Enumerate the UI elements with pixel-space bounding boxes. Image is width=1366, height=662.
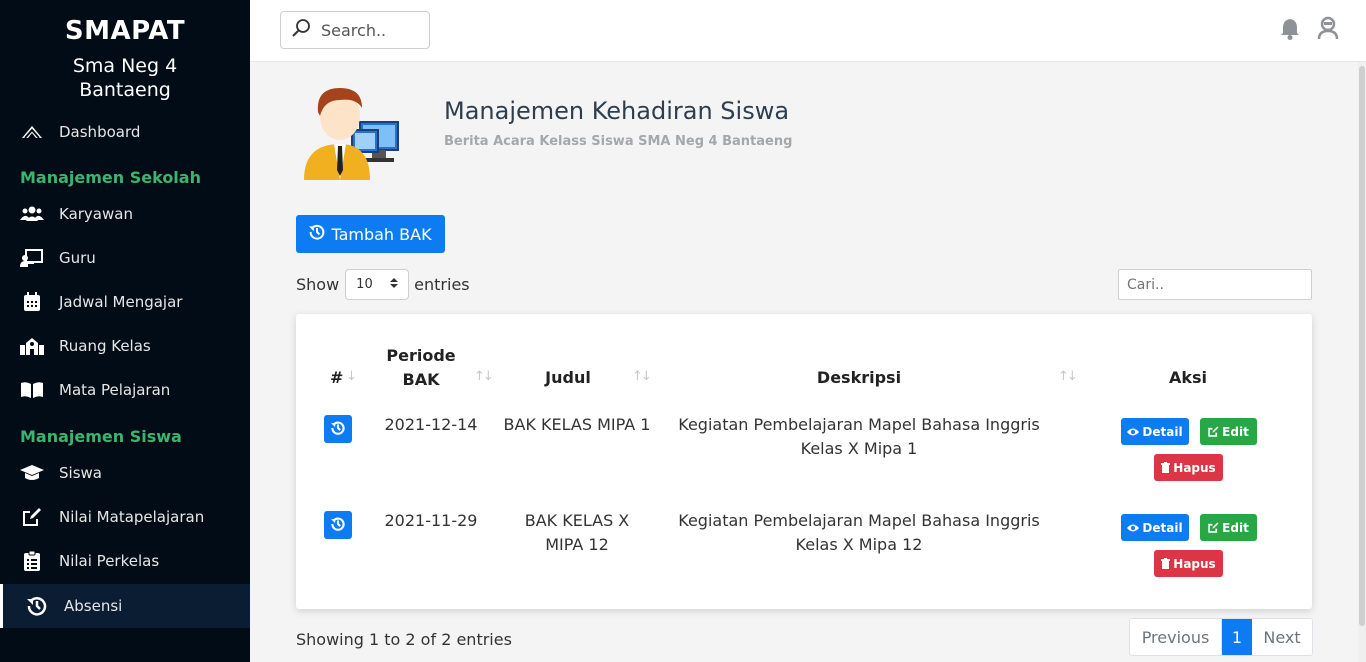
select-arrows-icon <box>390 277 399 293</box>
sidebar-item-jadwal-mengajar[interactable]: Jadwal Mengajar <box>0 280 250 324</box>
pagination-page-1[interactable]: 1 <box>1222 619 1252 655</box>
table-cell-judul: BAK KELAS X MIPA 12 <box>524 511 630 554</box>
edit-icon <box>20 507 44 527</box>
pagination: Previous 1 Next <box>1129 618 1313 656</box>
data-table: # ↓ Periode BAK ↑↓ Judul ↑↓ Deskripsi ↑↓… <box>296 314 1312 609</box>
sidebar-item-label: Siswa <box>59 464 102 482</box>
sidebar-item-karyawan[interactable]: Karyawan <box>0 192 250 236</box>
header-illustration <box>300 86 402 186</box>
table-cell-periode: 2021-11-29 <box>384 511 478 530</box>
sidebar-item-siswa[interactable]: Siswa <box>0 451 250 495</box>
section-manajemen-sekolah: Manajemen Sekolah <box>20 168 201 187</box>
pagination-previous[interactable]: Previous <box>1130 619 1222 655</box>
edit-icon <box>1208 522 1219 533</box>
users-icon <box>20 204 44 224</box>
sidebar-item-dashboard[interactable]: Dashboard <box>0 110 250 154</box>
sidebar-item-label: Absensi <box>64 597 123 615</box>
table-cell-deskripsi: Kegiatan Pembelajaran Mapel Bahasa Inggr… <box>678 511 1040 554</box>
sidebar-item-label: Dashboard <box>59 123 141 141</box>
sidebar-item-label: Guru <box>59 249 96 267</box>
table-cell-judul: BAK KELAS MIPA 1 <box>503 415 651 434</box>
sidebar-item-label: Nilai Matapelajaran <box>59 508 205 526</box>
detail-button[interactable]: Detail <box>1121 514 1189 541</box>
sort-icon: ↑↓ <box>1058 369 1078 384</box>
chalkboard-teacher-icon <box>20 248 44 268</box>
search-icon <box>291 18 311 42</box>
sidebar: SMAPAT Sma Neg 4 Bantaeng Dashboard Mana… <box>0 0 250 662</box>
edit-icon <box>1208 426 1219 437</box>
show-label: Show <box>296 275 340 294</box>
entries-length-control: Show 10 entries <box>296 269 470 300</box>
hapus-button[interactable]: Hapus <box>1154 454 1223 481</box>
sidebar-item-nilai-perkelas[interactable]: Nilai Perkelas <box>0 539 250 583</box>
table-info: Showing 1 to 2 of 2 entries <box>296 630 512 649</box>
section-manajemen-siswa: Manajemen Siswa <box>20 427 182 446</box>
scrollbar-thumb[interactable] <box>1359 66 1365 626</box>
search-input[interactable]: Search.. <box>280 11 430 49</box>
edit-button[interactable]: Edit <box>1200 514 1257 541</box>
clipboard-list-icon <box>20 551 44 571</box>
sidebar-item-label: Mata Pelajaran <box>59 381 171 399</box>
sort-icon: ↑↓ <box>474 369 494 384</box>
entries-label: entries <box>414 275 470 294</box>
tambah-bak-label: Tambah BAK <box>331 224 432 244</box>
history-icon <box>331 420 345 439</box>
entries-value: 10 <box>356 277 373 292</box>
page-title: Manajemen Kehadiran Siswa <box>444 97 790 125</box>
column-header-no[interactable]: # <box>330 368 343 387</box>
bell-icon[interactable] <box>1280 18 1300 44</box>
column-header-aksi: Aksi <box>1168 368 1208 387</box>
entries-select[interactable]: 10 <box>345 269 410 300</box>
sidebar-item-label: Karyawan <box>59 205 133 223</box>
sidebar-item-guru[interactable]: Guru <box>0 236 250 280</box>
sort-icon: ↑↓ <box>632 369 652 384</box>
detail-button[interactable]: Detail <box>1121 418 1189 445</box>
absensi-row-button[interactable] <box>324 511 352 539</box>
sidebar-item-label: Nilai Perkelas <box>59 552 160 570</box>
dashboard-icon <box>20 122 44 142</box>
history-icon <box>331 516 345 535</box>
eye-icon <box>1127 427 1140 437</box>
table-cell-periode: 2021-12-14 <box>384 415 478 434</box>
sidebar-item-ruang-kelas[interactable]: Ruang Kelas <box>0 324 250 368</box>
history-icon <box>25 596 49 616</box>
column-header-deskripsi[interactable]: Deskripsi <box>676 368 1042 387</box>
brand-subtitle: Sma Neg 4 Bantaeng <box>72 55 178 101</box>
tambah-bak-button[interactable]: Tambah BAK <box>296 215 445 253</box>
history-icon <box>309 224 325 244</box>
search-placeholder: Search.. <box>321 20 387 40</box>
user-icon[interactable] <box>1317 16 1339 44</box>
column-header-judul[interactable]: Judul <box>510 368 626 387</box>
trash-icon <box>1161 462 1171 473</box>
school-icon <box>20 336 44 356</box>
brand: SMAPAT Sma Neg 4 Bantaeng <box>0 0 250 102</box>
brand-title: SMAPAT <box>64 16 186 46</box>
page-subtitle: Berita Acara Kelass Siswa SMA Neg 4 Bant… <box>444 134 793 149</box>
sidebar-item-absensi[interactable]: Absensi <box>0 584 250 628</box>
pagination-next[interactable]: Next <box>1252 619 1312 655</box>
sidebar-item-label: Ruang Kelas <box>59 337 151 355</box>
sort-icon: ↓ <box>346 369 357 384</box>
sidebar-item-mata-pelajaran[interactable]: Mata Pelajaran <box>0 368 250 412</box>
table-cell-deskripsi: Kegiatan Pembelajaran Mapel Bahasa Inggr… <box>678 415 1040 458</box>
scrollbar[interactable] <box>1358 62 1366 662</box>
topbar: Search.. <box>250 0 1366 62</box>
hapus-button[interactable]: Hapus <box>1154 550 1223 577</box>
edit-button[interactable]: Edit <box>1200 418 1257 445</box>
eye-icon <box>1127 523 1140 533</box>
book-open-icon <box>20 380 44 400</box>
table-search-input[interactable] <box>1118 269 1312 300</box>
sidebar-item-label: Jadwal Mengajar <box>59 293 183 311</box>
sidebar-item-nilai-matapelajaran[interactable]: Nilai Matapelajaran <box>0 495 250 539</box>
calendar-icon <box>20 292 44 312</box>
graduation-cap-icon <box>20 463 44 483</box>
absensi-row-button[interactable] <box>324 415 352 443</box>
column-header-periode[interactable]: Periode BAK <box>376 344 466 392</box>
trash-icon <box>1161 558 1171 569</box>
